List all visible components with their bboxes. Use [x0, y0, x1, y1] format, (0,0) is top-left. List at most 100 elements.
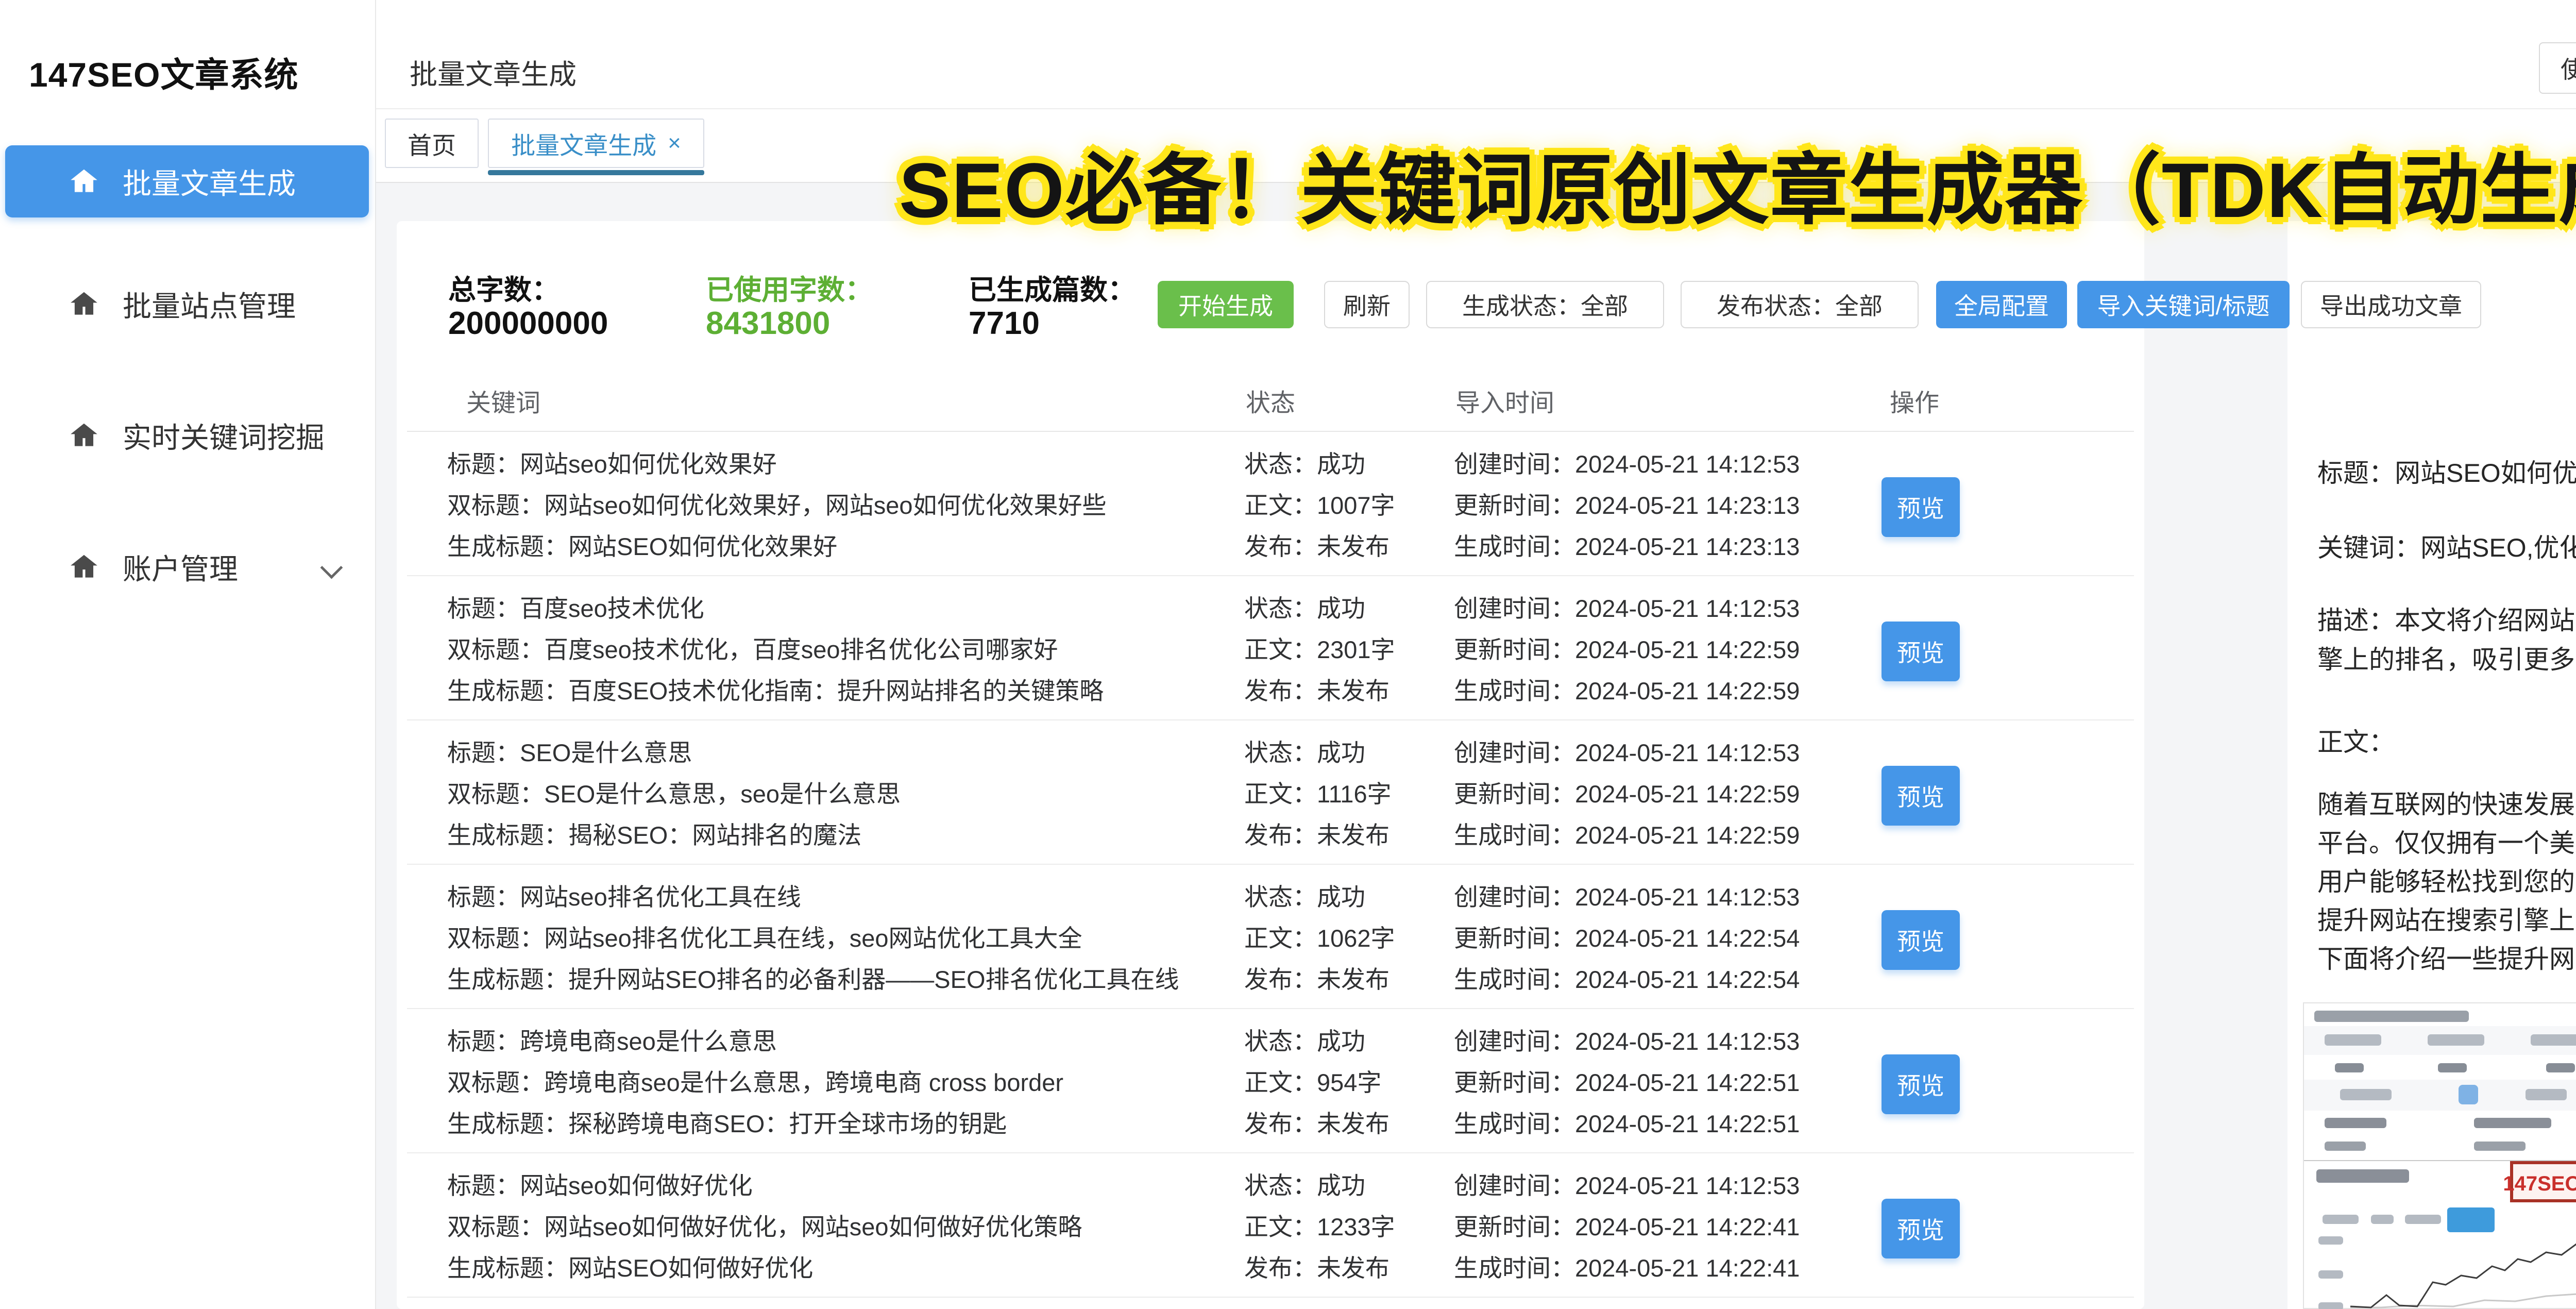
row-generated-time: 生成时间：2024-05-21 14:22:54 [1454, 966, 1800, 993]
generated-count-value: 7710 [969, 306, 1040, 341]
row-publish-status: 发布：未发布 [1244, 677, 1389, 704]
preview-button[interactable]: 预览 [1882, 1199, 1960, 1258]
row-updated-time: 更新时间：2024-05-21 14:23:13 [1454, 492, 1800, 519]
generate-status-dropdown[interactable]: 生成状态：全部 [1426, 281, 1664, 328]
row-word-count: 正文：1116字 [1244, 780, 1392, 808]
row-title: 标题：网站seo排名优化工具在线 [447, 883, 801, 911]
case-stamp-annotation: 147SEO官网案例，收录和排名稳定上升！ [2503, 1161, 2576, 1202]
preview-body-label: 正文： [2317, 728, 2395, 757]
row-publish-status: 发布：未发布 [1244, 533, 1389, 560]
row-generated-time: 生成时间：2024-05-21 14:22:59 [1454, 677, 1800, 704]
row-word-count: 正文：1233字 [1244, 1213, 1395, 1240]
row-publish-status: 发布：未发布 [1244, 1110, 1389, 1137]
redacted-text-bar [2474, 1118, 2551, 1128]
row-generated-title: 生成标题：百度SEO技术优化指南：提升网站排名的关键策略 [447, 677, 1104, 704]
publish-status-dropdown[interactable]: 发布状态：全部 [1681, 281, 1919, 328]
sidebar-item-label: 批量文章生成 [123, 167, 296, 200]
table-header-divider [407, 431, 2134, 432]
start-generate-button[interactable]: 开始生成 [1158, 281, 1294, 328]
row-status: 状态：成功 [1244, 595, 1365, 622]
row-publish-status: 发布：未发布 [1244, 1254, 1389, 1282]
preview-body-text: 随着互联网的快速发展，网站已经成为企业展示产品和服务的重要平台。仅仅拥有一个美观… [2317, 790, 2576, 974]
redacted-text-bar [2526, 1089, 2567, 1100]
promo-overlay-title: SEO必备！关键词原创文章生成器（TDK自动生成） [899, 147, 2576, 233]
row-title: 标题：网站seo如何做好优化 [447, 1172, 753, 1199]
row-title: 标题：SEO是什么意思 [447, 739, 692, 766]
case-screenshot-image: 147SEO官网案例，收录和排名稳定上升！ www.365jz.com [2303, 1002, 2576, 1309]
redacted-text-bar [2371, 1215, 2394, 1224]
home-icon [68, 165, 100, 197]
chart-icon [2459, 1085, 2478, 1104]
generated-count-label: 已生成篇数： [969, 275, 1136, 306]
app-logo: 147SEO文章系统 [29, 56, 299, 94]
redacted-text-bar [2314, 1011, 2469, 1022]
used-words-value: 8431800 [706, 306, 831, 341]
sidebar: 147SEO文章系统 批量文章生成 批量站点管理 实时关键词挖掘 账户管理 [0, 0, 376, 1309]
sidebar-item-label: 实时关键词挖掘 [123, 421, 325, 454]
embedded-button [2447, 1207, 2495, 1232]
row-generated-title: 生成标题：网站SEO如何优化效果好 [447, 533, 838, 560]
axis-tick-bar [2318, 1236, 2343, 1245]
row-generated-title: 生成标题：提升网站SEO排名的必备利器——SEO排名优化工具在线 [447, 966, 1179, 993]
refresh-button[interactable]: 刷新 [1324, 281, 1410, 328]
row-status: 状态：成功 [1244, 739, 1365, 766]
row-status: 状态：成功 [1244, 883, 1365, 911]
row-publish-status: 发布：未发布 [1244, 966, 1389, 993]
preview-button[interactable]: 预览 [1882, 622, 1960, 681]
row-double-title: 双标题：网站seo如何优化效果好，网站seo如何优化效果好些 [447, 492, 1107, 519]
row-updated-time: 更新时间：2024-05-21 14:22:41 [1454, 1213, 1800, 1240]
row-title: 标题：网站seo如何优化效果好 [447, 450, 777, 478]
redacted-text-bar [2323, 1215, 2359, 1224]
row-created-time: 创建时间：2024-05-21 14:12:53 [1454, 1028, 1800, 1055]
row-double-title: 双标题：SEO是什么意思，seo是什么意思 [447, 780, 901, 808]
row-double-title: 双标题：百度seo技术优化，百度seo排名优化公司哪家好 [447, 636, 1058, 663]
row-generated-title: 生成标题：探秘跨境电商SEO：打开全球市场的钥匙 [447, 1110, 1007, 1137]
table-row: 标题：网站seo如何做好优化 双标题：网站seo如何做好优化，网站seo如何做好优… [407, 1159, 2134, 1298]
row-status: 状态：成功 [1244, 1172, 1365, 1199]
preview-button[interactable]: 预览 [1882, 477, 1960, 537]
home-icon [68, 419, 100, 451]
preview-title: 标题：网站SEO如何优化效果好 [2317, 459, 2576, 488]
preview-keywords: 关键词：网站SEO,优化效果,搜索引擎排名,流量,用户 [2317, 533, 2576, 562]
preview-button[interactable]: 预览 [1882, 766, 1960, 826]
top-bar [376, 0, 2576, 109]
sidebar-item-batch-article-generation[interactable]: 批量文章生成 [5, 145, 369, 217]
preview-button[interactable]: 预览 [1882, 910, 1960, 970]
sidebar-item-label: 批量站点管理 [123, 290, 296, 323]
redacted-text-bar [2325, 1142, 2366, 1151]
preview-button[interactable]: 预览 [1882, 1054, 1960, 1114]
close-icon[interactable]: × [668, 130, 681, 156]
table-row: 标题：网站seo排名优化工具在线 双标题：网站seo排名优化工具在线，seo网站优… [407, 870, 2134, 1009]
row-created-time: 创建时间：2024-05-21 14:12:53 [1454, 595, 1800, 622]
tab-home[interactable]: 首页 [385, 119, 479, 168]
table-row: 标题：百度seo技术优化 双标题：百度seo技术优化，百度seo排名优化公司哪家好… [407, 581, 2134, 720]
row-title: 标题：跨境电商seo是什么意思 [447, 1028, 777, 1055]
sidebar-item-label: 账户管理 [123, 552, 238, 585]
import-keywords-button[interactable]: 导入关键词/标题 [2077, 281, 2290, 328]
row-generated-time: 生成时间：2024-05-21 14:23:13 [1454, 533, 1800, 560]
row-double-title: 双标题：跨境电商seo是什么意思，跨境电商 cross border [447, 1069, 1064, 1096]
global-config-button[interactable]: 全局配置 [1936, 281, 2067, 328]
sidebar-item-batch-site-management[interactable]: 批量站点管理 [0, 273, 376, 335]
tutorial-button[interactable]: 使用教程 [2539, 42, 2576, 94]
row-status: 状态：成功 [1244, 450, 1365, 478]
used-words-label: 已使用字数： [706, 275, 873, 306]
table-row: 标题：跨境电商seo是什么意思双标题：跨境电商seo是什么意思，跨境电商 cro… [407, 1014, 2134, 1153]
row-created-time: 创建时间：2024-05-21 14:12:53 [1454, 450, 1800, 478]
row-publish-status: 发布：未发布 [1244, 821, 1389, 849]
row-created-time: 创建时间：2024-05-21 14:12:53 [1454, 883, 1800, 911]
redacted-text-bar [2405, 1215, 2441, 1224]
sidebar-item-realtime-keyword-mining[interactable]: 实时关键词挖掘 [0, 405, 376, 466]
home-icon [68, 288, 100, 320]
home-icon [68, 551, 100, 583]
redacted-text-bar [2325, 1118, 2386, 1128]
row-updated-time: 更新时间：2024-05-21 14:22:54 [1454, 925, 1800, 952]
export-success-button[interactable]: 导出成功文章 [2301, 281, 2481, 328]
tab-batch-article-generation[interactable]: 批量文章生成 × [488, 119, 704, 168]
sidebar-item-account-management[interactable]: 账户管理 [0, 536, 376, 598]
trend-line-chart [2350, 1243, 2576, 1308]
redacted-text-bar [2335, 1063, 2364, 1072]
row-generated-title: 生成标题：揭秘SEO：网站排名的魔法 [447, 821, 862, 849]
row-status: 状态：成功 [1244, 1028, 1365, 1055]
column-header-keyword: 关键词 [466, 390, 541, 417]
